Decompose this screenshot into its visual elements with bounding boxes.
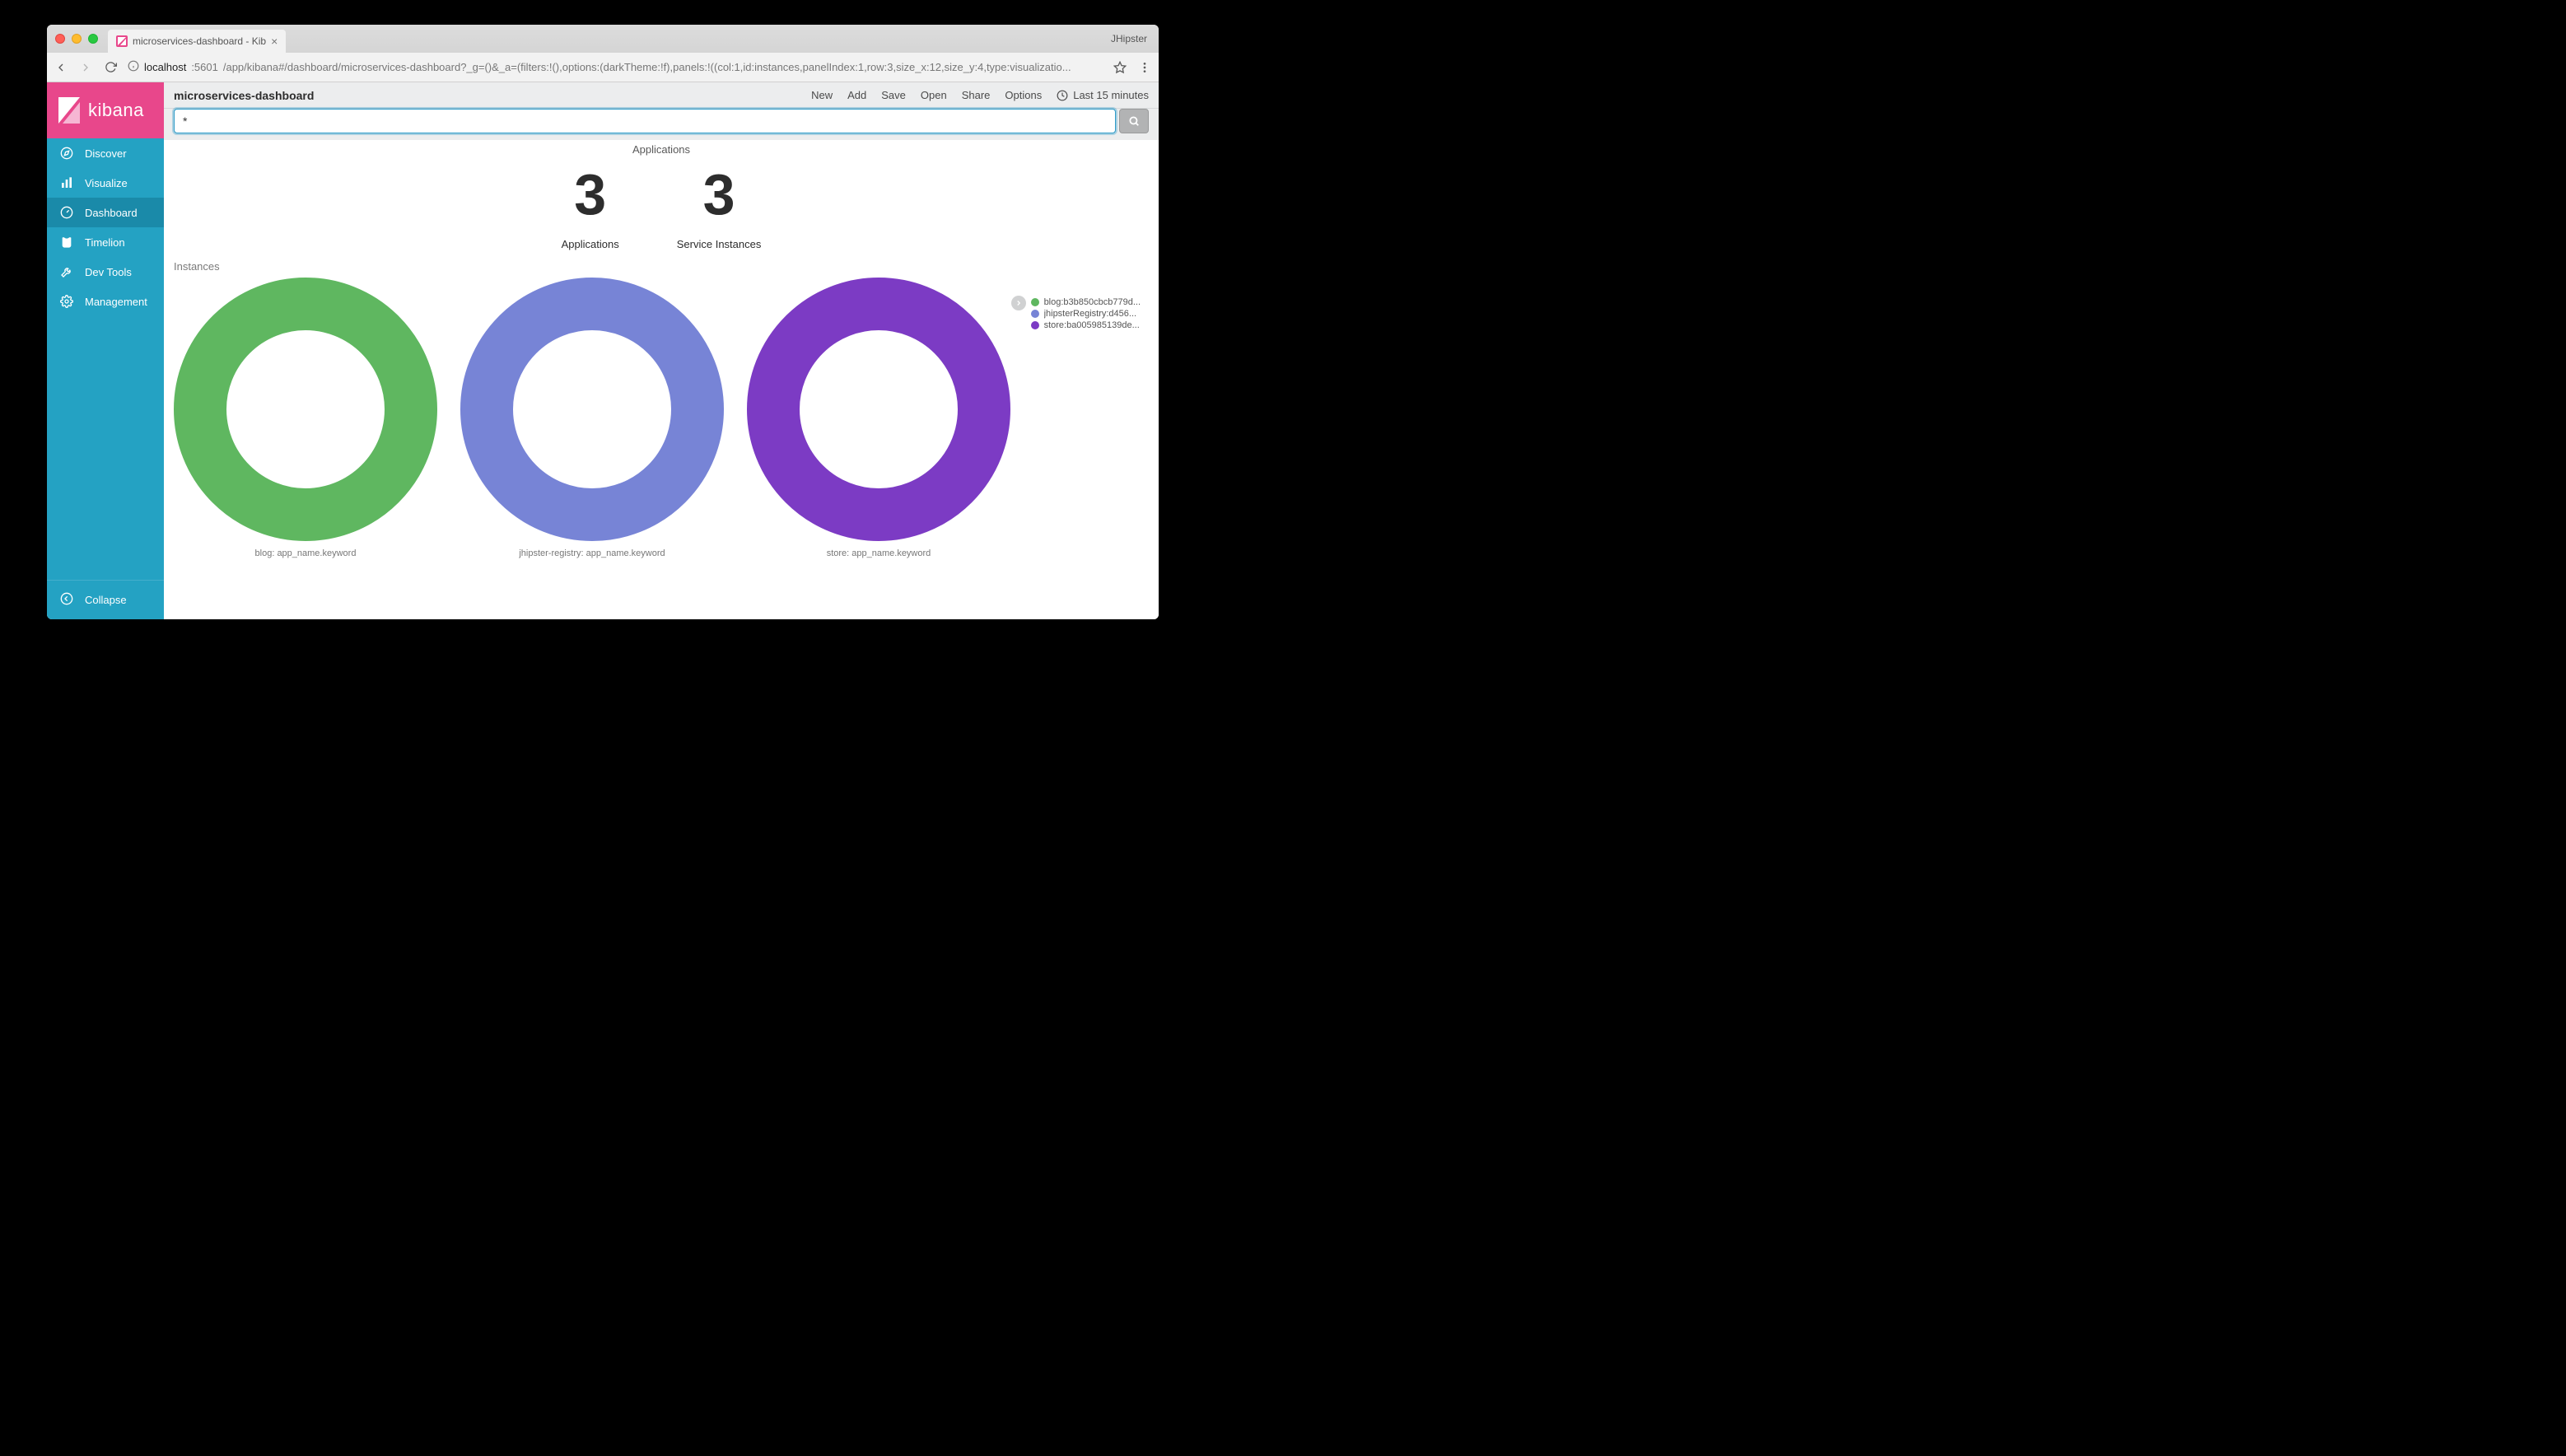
panel-instances: Instances blog: app_name.keyword <box>164 260 1159 558</box>
url-box[interactable]: localhost :5601/app/kibana#/dashboard/mic… <box>128 60 1103 74</box>
browser-tab-title: microservices-dashboard - Kib <box>133 35 266 47</box>
donut-chart-icon <box>174 278 437 541</box>
panel-applications: Applications 3 Applications 3 Service In… <box>164 140 1159 250</box>
time-range-label: Last 15 minutes <box>1073 89 1149 101</box>
forward-icon[interactable] <box>78 60 93 75</box>
timelion-icon <box>60 236 73 249</box>
window-maximize-icon[interactable] <box>88 34 98 44</box>
panel-instances-title: Instances <box>174 260 1149 273</box>
donut-blog: blog: app_name.keyword <box>174 278 437 558</box>
browser-menu-icon[interactable] <box>1137 60 1152 75</box>
metric-service-instances: 3 Service Instances <box>677 166 762 250</box>
add-button[interactable]: Add <box>847 89 866 101</box>
site-info-icon[interactable] <box>128 60 139 74</box>
reload-icon[interactable] <box>103 60 118 75</box>
sidebar-collapse-button[interactable]: Collapse <box>47 580 164 619</box>
open-button[interactable]: Open <box>921 89 947 101</box>
clock-icon <box>1057 90 1068 101</box>
donut-row: blog: app_name.keyword jhipster-registry… <box>174 278 1010 558</box>
sidebar-item-dev-tools[interactable]: Dev Tools <box>47 257 164 287</box>
legend: blog:b3b850cbcb779d... jhipsterRegistry:… <box>1031 297 1141 332</box>
panel-applications-title: Applications <box>164 143 1159 156</box>
chart-bar-icon <box>60 176 73 189</box>
sidebar-item-label: Dashboard <box>85 207 138 219</box>
share-button[interactable]: Share <box>962 89 991 101</box>
save-button[interactable]: Save <box>881 89 906 101</box>
legend-item[interactable]: jhipsterRegistry:d456... <box>1031 309 1141 319</box>
legend-label: jhipsterRegistry:d456... <box>1044 309 1137 319</box>
topbar-actions: New Add Save Open Share Options Last 15 … <box>811 89 1149 101</box>
search-button[interactable] <box>1119 109 1149 133</box>
legend-label: blog:b3b850cbcb779d... <box>1044 297 1141 307</box>
browser-tab[interactable]: microservices-dashboard - Kib × <box>108 30 286 53</box>
legend-collapse-icon[interactable] <box>1011 296 1026 310</box>
legend-item[interactable]: store:ba005985139de... <box>1031 320 1141 330</box>
sidebar-item-label: Dev Tools <box>85 266 132 278</box>
legend-swatch-icon <box>1031 310 1039 318</box>
metric-value: 3 <box>677 166 762 223</box>
time-picker[interactable]: Last 15 minutes <box>1057 89 1149 101</box>
legend-swatch-icon <box>1031 298 1039 306</box>
url-path: /app/kibana#/dashboard/microservices-das… <box>223 61 1071 73</box>
donut-caption: blog: app_name.keyword <box>174 548 437 558</box>
sidebar-logo[interactable]: kibana <box>47 82 164 138</box>
wrench-icon <box>60 265 73 278</box>
browser-address-bar: localhost :5601/app/kibana#/dashboard/mic… <box>47 53 1159 82</box>
window-close-icon[interactable] <box>55 34 65 44</box>
metric-value: 3 <box>562 166 619 223</box>
metric-applications: 3 Applications <box>562 166 619 250</box>
donut-caption: store: app_name.keyword <box>747 548 1010 558</box>
legend-item[interactable]: blog:b3b850cbcb779d... <box>1031 297 1141 307</box>
donut-registry: jhipster-registry: app_name.keyword <box>460 278 724 558</box>
donut-chart-icon <box>747 278 1010 541</box>
sidebar-item-management[interactable]: Management <box>47 287 164 316</box>
tab-close-icon[interactable]: × <box>271 35 278 47</box>
window-minimize-icon[interactable] <box>72 34 82 44</box>
query-input[interactable] <box>174 109 1116 133</box>
new-button[interactable]: New <box>811 89 833 101</box>
query-bar <box>164 109 1159 140</box>
donut-caption: jhipster-registry: app_name.keyword <box>460 548 724 558</box>
gear-icon <box>60 295 73 308</box>
metric-label: Applications <box>562 238 619 250</box>
sidebar-item-label: Visualize <box>85 177 128 189</box>
sidebar-item-label: Discover <box>85 147 127 160</box>
compass-icon <box>60 147 73 160</box>
sidebar-nav: Discover Visualize Dashboard Timelion De… <box>47 138 164 580</box>
legend-swatch-icon <box>1031 321 1039 329</box>
kibana-logo-icon <box>58 97 80 124</box>
gauge-icon <box>60 206 73 219</box>
browser-window: microservices-dashboard - Kib × JHipster… <box>47 25 1159 619</box>
window-controls <box>55 34 98 44</box>
collapse-icon <box>60 592 73 608</box>
donut-chart-icon <box>460 278 724 541</box>
legend-label: store:ba005985139de... <box>1044 320 1140 330</box>
sidebar-collapse-label: Collapse <box>85 594 127 606</box>
sidebar-item-timelion[interactable]: Timelion <box>47 227 164 257</box>
metrics-row: 3 Applications 3 Service Instances <box>164 166 1159 250</box>
search-icon <box>1128 115 1140 127</box>
url-host: localhost <box>144 61 186 73</box>
panels: Applications 3 Applications 3 Service In… <box>164 140 1159 619</box>
sidebar-item-label: Timelion <box>85 236 125 249</box>
sidebar: kibana Discover Visualize Dashboard Tim <box>47 82 164 619</box>
donut-store: store: app_name.keyword <box>747 278 1010 558</box>
sidebar-item-label: Management <box>85 296 147 308</box>
url-port: :5601 <box>191 61 218 73</box>
bookmark-star-icon[interactable] <box>1113 60 1127 75</box>
back-icon[interactable] <box>54 60 68 75</box>
dashboard-title: microservices-dashboard <box>174 89 314 102</box>
main: microservices-dashboard New Add Save Ope… <box>164 82 1159 619</box>
sidebar-logo-text: kibana <box>88 100 144 121</box>
browser-tab-bar: microservices-dashboard - Kib × JHipster <box>47 25 1159 53</box>
kibana-favicon-icon <box>116 35 128 47</box>
topbar: microservices-dashboard New Add Save Ope… <box>164 82 1159 109</box>
app-area: kibana Discover Visualize Dashboard Tim <box>47 82 1159 619</box>
sidebar-item-visualize[interactable]: Visualize <box>47 168 164 198</box>
sidebar-item-dashboard[interactable]: Dashboard <box>47 198 164 227</box>
sidebar-item-discover[interactable]: Discover <box>47 138 164 168</box>
metric-label: Service Instances <box>677 238 762 250</box>
options-button[interactable]: Options <box>1005 89 1042 101</box>
browser-profile-name[interactable]: JHipster <box>1111 33 1150 44</box>
